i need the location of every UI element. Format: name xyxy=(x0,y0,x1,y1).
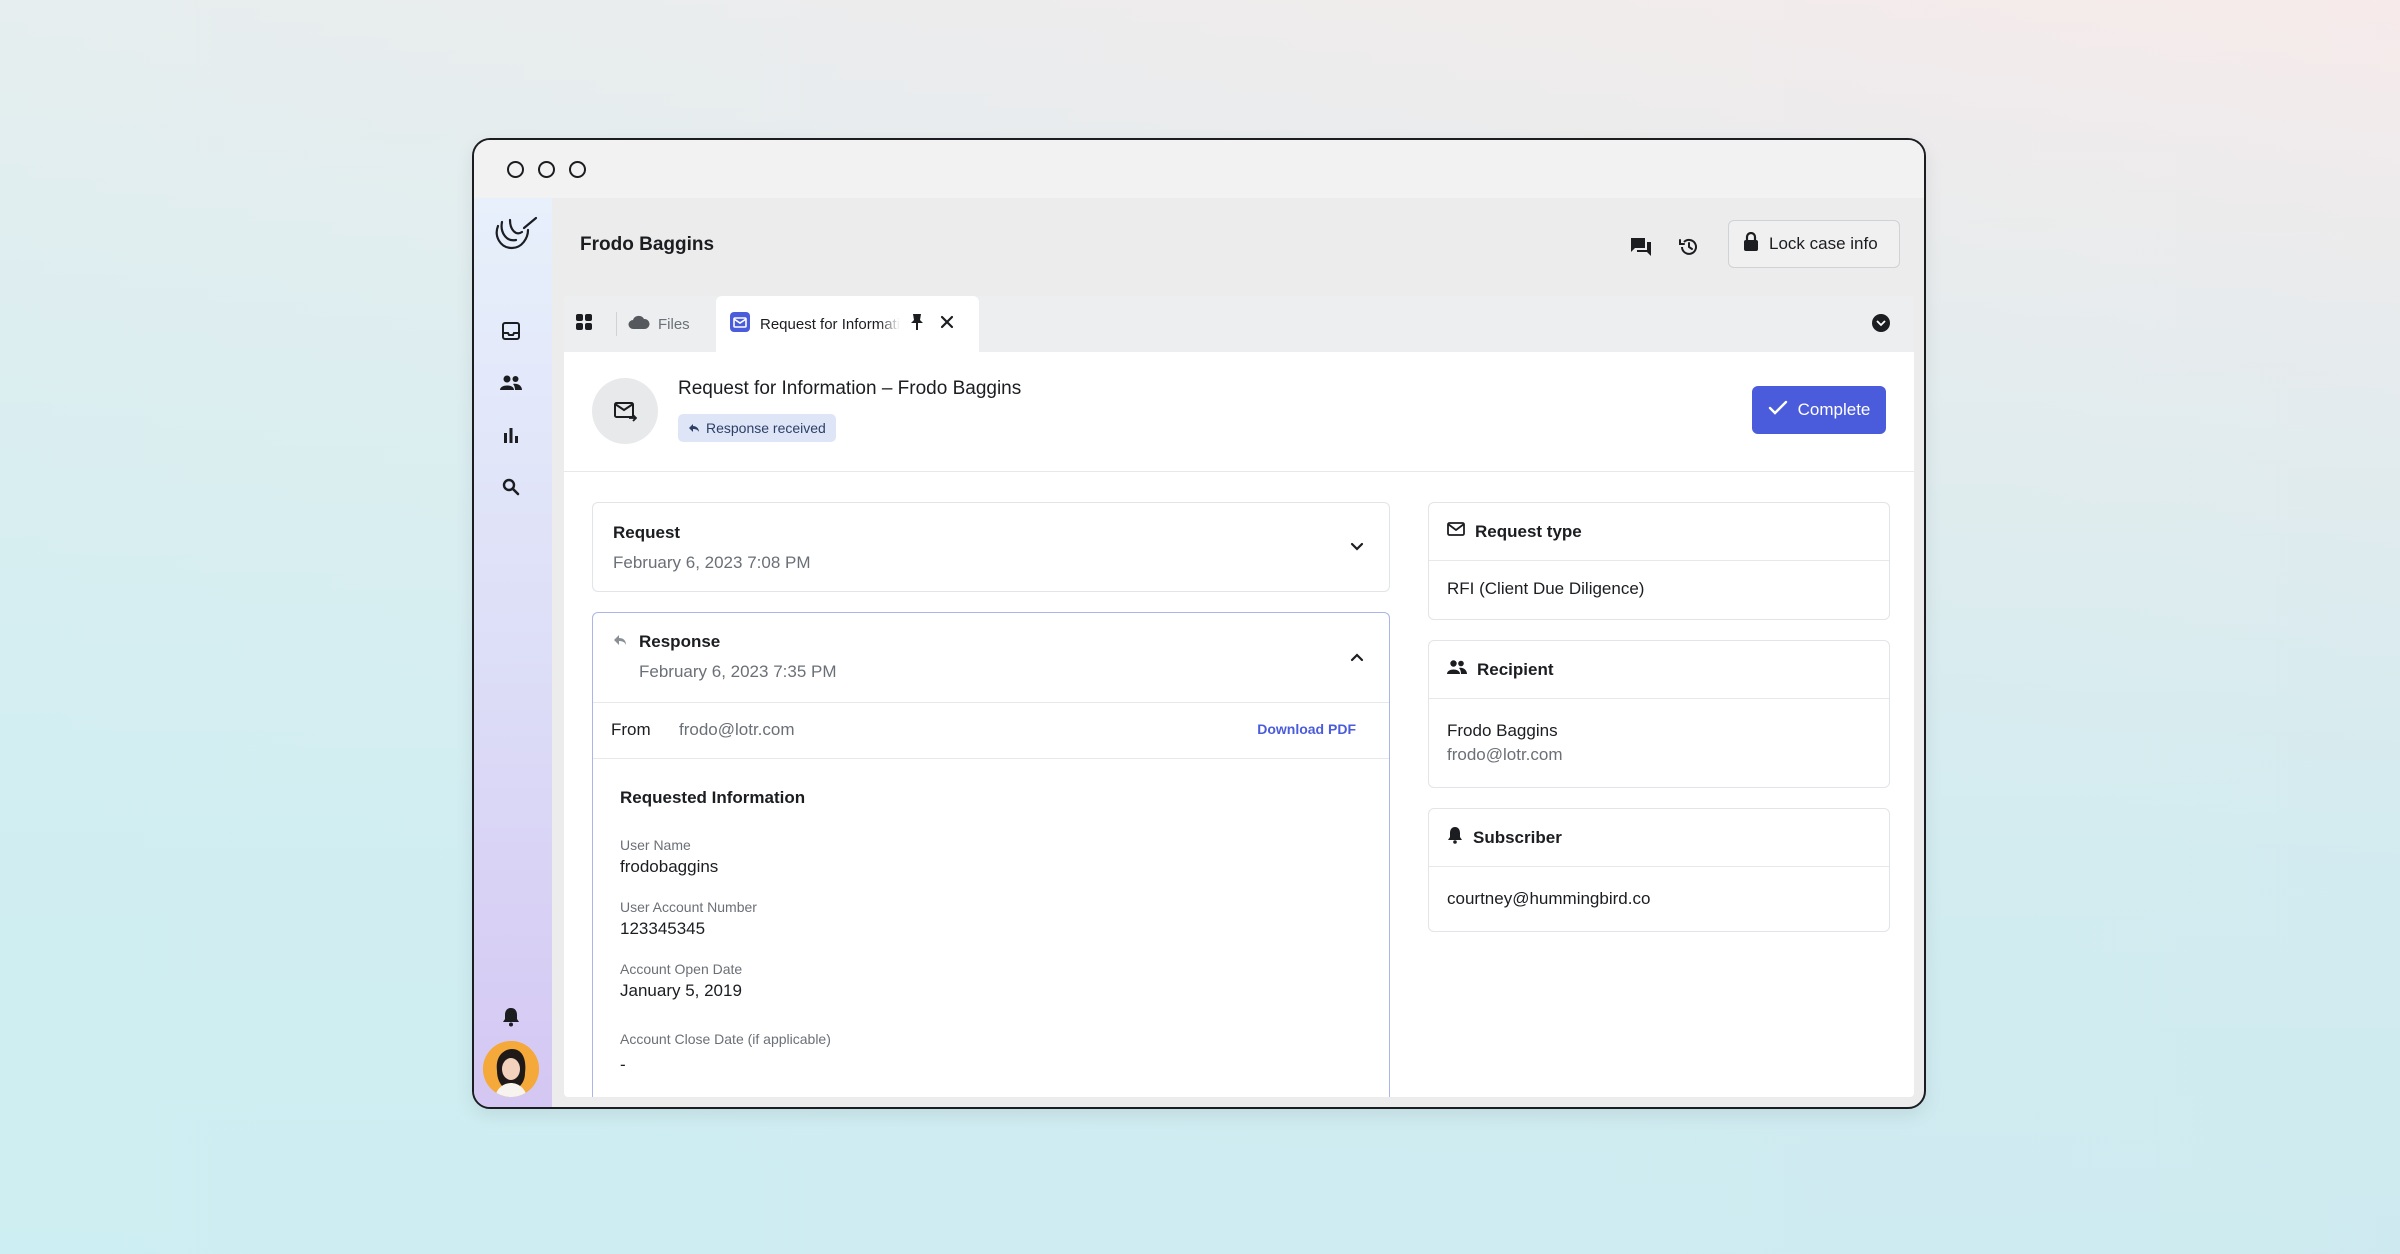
tab-overflow-icon[interactable] xyxy=(1872,314,1890,332)
field-label: User Account Number xyxy=(620,899,757,915)
from-row: From frodo@lotr.com Download PDF xyxy=(593,703,1389,759)
field-user-name: User Name frodobaggins xyxy=(620,837,718,877)
inbox-icon[interactable] xyxy=(498,318,524,344)
response-header[interactable]: Response February 6, 2023 7:35 PM xyxy=(593,613,1389,703)
response-title: Response xyxy=(639,632,721,651)
history-icon[interactable] xyxy=(1674,232,1704,262)
people-icon xyxy=(1447,659,1467,680)
status-badge: Response received xyxy=(678,414,836,442)
bar-chart-icon[interactable] xyxy=(498,422,524,448)
recipient-header: Recipient xyxy=(1429,641,1889,699)
check-icon xyxy=(1768,400,1788,421)
main-content: Files Request for Information – Frodo Ba… xyxy=(564,296,1914,1097)
lock-case-info-label: Lock case info xyxy=(1769,234,1878,253)
from-value: frodo@lotr.com xyxy=(679,720,795,739)
recipient-card: Recipient Frodo Baggins frodo@lotr.com xyxy=(1428,640,1890,788)
case-title: Frodo Baggins xyxy=(580,234,715,255)
field-label: User Name xyxy=(620,837,691,853)
field-label: Account Open Date xyxy=(620,961,743,977)
download-pdf-link[interactable]: Download PDF xyxy=(1257,721,1356,737)
field-value: 123345345 xyxy=(620,919,706,938)
lock-icon xyxy=(1743,231,1759,257)
subscriber-email: courtney@hummingbird.co xyxy=(1447,889,1651,908)
search-icon[interactable] xyxy=(498,474,524,500)
envelope-icon xyxy=(592,378,658,444)
request-type-card: Request type RFI (Client Due Diligence) xyxy=(1428,502,1890,620)
close-tab-icon[interactable] xyxy=(940,315,954,334)
chat-icon[interactable] xyxy=(1626,232,1656,262)
recipient-email: frodo@lotr.com xyxy=(1447,745,1563,764)
tab-active-label: Request for Information – Frodo Baggins xyxy=(760,315,900,333)
request-date: February 6, 2023 7:08 PM xyxy=(613,553,811,572)
envelope-outline-icon xyxy=(1447,521,1465,542)
response-card: Response February 6, 2023 7:35 PM From f… xyxy=(592,612,1390,1097)
subscriber-header: Subscriber xyxy=(1429,809,1889,867)
field-label: Account Close Date (if applicable) xyxy=(620,1031,831,1047)
field-account-close-date: Account Close Date (if applicable) - xyxy=(620,1031,831,1075)
field-value: frodobaggins xyxy=(620,857,719,876)
sidebar xyxy=(474,198,552,1107)
recipient-body: Frodo Baggins frodo@lotr.com xyxy=(1429,699,1889,783)
request-type-title: Request type xyxy=(1475,521,1582,541)
notification-bell-icon[interactable] xyxy=(498,1004,524,1030)
request-type-value: RFI (Client Due Diligence) xyxy=(1447,579,1645,598)
window-minimize-button[interactable] xyxy=(538,160,555,178)
field-value: - xyxy=(620,1055,626,1074)
subscriber-title: Subscriber xyxy=(1473,827,1562,847)
from-label: From xyxy=(611,720,651,739)
status-badge-label: Response received xyxy=(706,420,826,436)
rfi-header: Request for Information – Frodo Baggins … xyxy=(564,352,1914,472)
window-close-button[interactable] xyxy=(507,160,524,178)
request-title: Request xyxy=(613,523,681,542)
tab-bar: Files Request for Information – Frodo Ba… xyxy=(564,296,1914,352)
field-value: January 5, 2019 xyxy=(620,981,742,1000)
apps-grid-icon[interactable] xyxy=(574,312,598,336)
hummingbird-logo-icon[interactable] xyxy=(488,212,540,256)
avatar[interactable] xyxy=(483,1041,539,1097)
request-card[interactable]: Request February 6, 2023 7:08 PM xyxy=(592,502,1390,592)
window-titlebar xyxy=(474,140,1924,198)
tab-files-label: Files xyxy=(658,315,690,333)
chevron-down-icon[interactable] xyxy=(1347,537,1367,557)
request-type-header: Request type xyxy=(1429,503,1889,561)
rfi-title: Request for Information – Frodo Baggins xyxy=(678,378,1022,399)
app-window: Frodo Baggins Lock case info Files Reque… xyxy=(472,138,1926,1109)
tab-divider xyxy=(616,312,617,336)
reply-icon xyxy=(688,420,700,436)
reply-icon xyxy=(613,633,627,651)
people-icon[interactable] xyxy=(498,370,524,396)
envelope-tab-icon xyxy=(730,311,750,337)
tab-request-for-information[interactable]: Request for Information – Frodo Baggins xyxy=(716,296,979,352)
requested-information-title: Requested Information xyxy=(620,788,806,807)
case-header: Frodo Baggins Lock case info xyxy=(552,198,1924,296)
complete-button[interactable]: Complete xyxy=(1752,386,1886,434)
field-account-open-date: Account Open Date January 5, 2019 xyxy=(620,961,742,1001)
pin-icon[interactable] xyxy=(910,313,924,336)
cloud-icon xyxy=(628,314,650,334)
field-user-account-number: User Account Number 123345345 xyxy=(620,899,757,939)
subscriber-card: Subscriber courtney@hummingbird.co xyxy=(1428,808,1890,932)
bell-icon xyxy=(1447,826,1463,849)
recipient-title: Recipient xyxy=(1477,659,1554,679)
lock-case-info-button[interactable]: Lock case info xyxy=(1728,220,1900,268)
complete-label: Complete xyxy=(1797,400,1871,419)
response-date: February 6, 2023 7:35 PM xyxy=(639,662,837,681)
window-maximize-button[interactable] xyxy=(569,160,586,178)
tab-files[interactable]: Files xyxy=(628,296,690,352)
recipient-name: Frodo Baggins xyxy=(1447,721,1558,740)
chevron-up-icon[interactable] xyxy=(1347,647,1367,667)
